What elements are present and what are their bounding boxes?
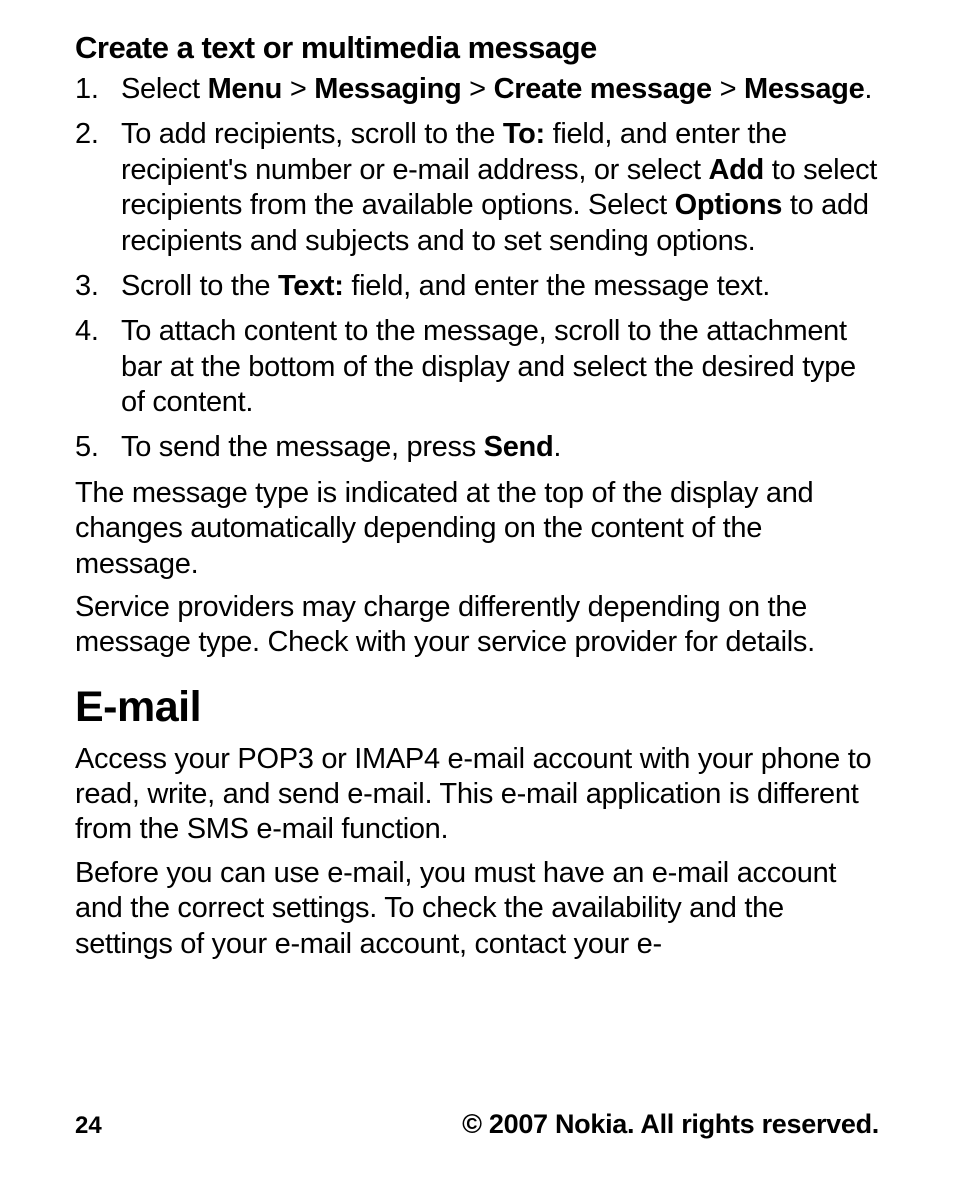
step1-sep2: > [461, 73, 493, 105]
step1-sep1: > [282, 73, 314, 105]
step1-menu: Menu [208, 73, 283, 105]
step1-messaging: Messaging [314, 73, 461, 105]
page-footer: 24 © 2007 Nokia. All rights reserved. [75, 1109, 879, 1140]
step3-text: Text: [278, 270, 344, 302]
step3-part2: field, and enter the message text. [344, 270, 770, 302]
step1-prefix: Select [121, 73, 208, 105]
step-2: To add recipients, scroll to the To: fie… [75, 117, 879, 259]
paragraph-email1: Access your POP3 or IMAP4 e-mail account… [75, 742, 879, 848]
heading-email: E-mail [75, 683, 879, 732]
step3-part1: Scroll to the [121, 270, 278, 302]
step-1: Select Menu > Messaging > Create message… [75, 72, 879, 107]
step5-suffix: . [553, 431, 561, 463]
step1-create: Create message [494, 73, 712, 105]
step-5: To send the message, press Send. [75, 430, 879, 465]
step1-sep3: > [712, 73, 744, 105]
step1-message: Message [744, 73, 864, 105]
step2-part1: To add recipients, scroll to the [121, 118, 503, 150]
step5-part1: To send the message, press [121, 431, 484, 463]
page-number: 24 [75, 1112, 102, 1140]
paragraph-email2: Before you can use e-mail, you must have… [75, 856, 879, 962]
step-4: To attach content to the message, scroll… [75, 314, 879, 420]
step2-options: Options [675, 189, 782, 221]
step-3: Scroll to the Text: field, and enter the… [75, 269, 879, 304]
step5-send: Send [484, 431, 554, 463]
paragraph-msgtype: The message type is indicated at the top… [75, 476, 879, 582]
paragraph-provider: Service providers may charge differently… [75, 590, 879, 661]
step2-add: Add [709, 154, 764, 186]
step2-to: To: [503, 118, 545, 150]
copyright-text: © 2007 Nokia. All rights reserved. [462, 1109, 879, 1140]
step1-suffix: . [864, 73, 872, 105]
section-heading: Create a text or multimedia message [75, 30, 879, 66]
steps-list: Select Menu > Messaging > Create message… [75, 72, 879, 466]
